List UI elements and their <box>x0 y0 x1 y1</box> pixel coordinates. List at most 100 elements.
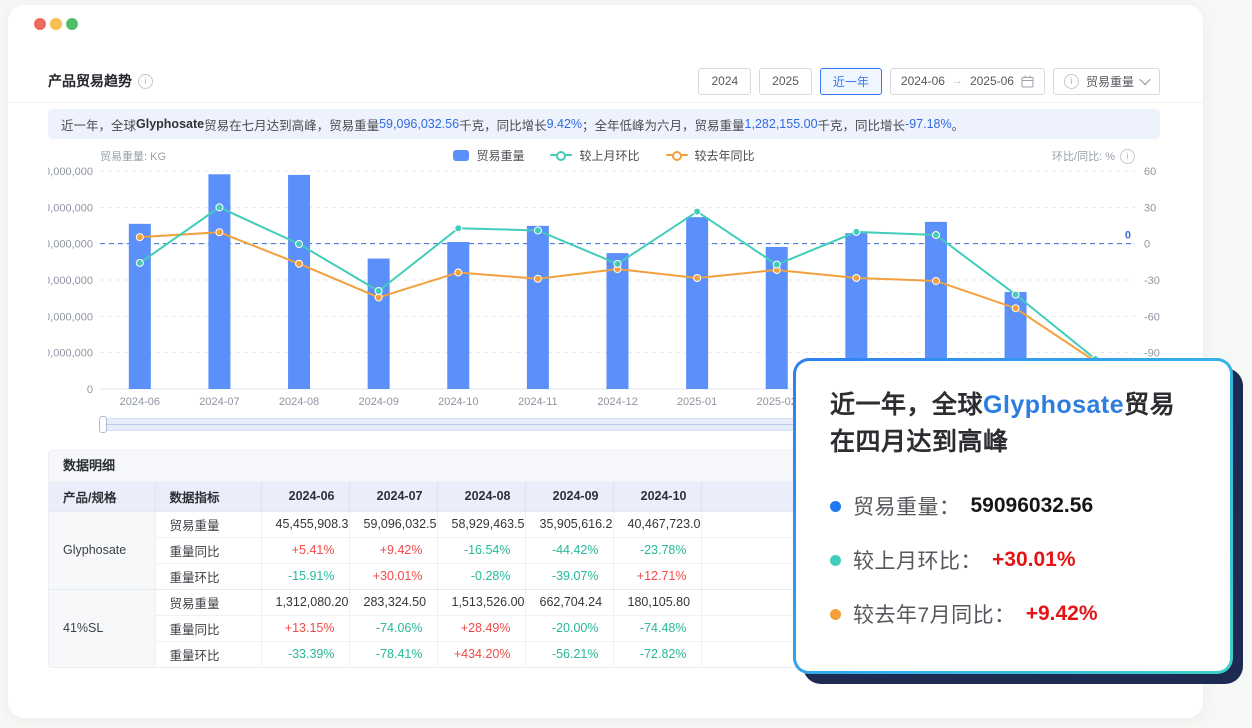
calendar-icon <box>1021 75 1034 88</box>
zero-line-label: 0 <box>1125 230 1131 242</box>
recent-year-button[interactable]: 近一年 <box>820 68 882 95</box>
value-cell: -23.78% <box>613 537 701 563</box>
left-axis-label: 0 <box>87 384 93 396</box>
yoy-point-2025-03[interactable] <box>853 274 860 281</box>
mom-point-2024-10[interactable] <box>455 225 462 232</box>
yoy-point-2024-08[interactable] <box>296 260 303 267</box>
yoy-point-2024-10[interactable] <box>455 269 462 276</box>
summary-segment: 59,096,032.56 <box>379 117 459 131</box>
legend-item-line[interactable]: 较上月环比 <box>550 147 639 164</box>
column-header-4: 2024-08 <box>437 482 525 511</box>
yoy-point-2025-05[interactable] <box>1012 305 1019 312</box>
value-cell: 283,324.50 <box>349 589 437 615</box>
year-2024-button[interactable]: 2024 <box>698 68 751 95</box>
date-start-value: 2024-06 <box>901 74 945 88</box>
summary-segment: 贸易在七月达到高峰，贸易重量 <box>204 115 379 134</box>
left-axis-label: 60,000,000 <box>48 166 93 178</box>
chart-legend: 贸易重量 较上月环比 较去年同比 <box>48 145 1160 165</box>
insight-item: 贸易重量： 59096032.56 <box>830 491 1196 521</box>
chart-meta-row: 贸易重量: KG 贸易重量较上月环比较去年同比 环比/同比: % <box>48 145 1160 165</box>
metric-select-value: 贸易重量 <box>1086 73 1134 90</box>
value-cell: +30.01% <box>349 563 437 589</box>
product-cell: 41%SL <box>49 589 155 667</box>
trade-weight-bar-2024-06[interactable] <box>129 224 151 389</box>
legend-label: 较去年同比 <box>695 147 755 164</box>
mom-point-2025-01[interactable] <box>694 208 701 215</box>
legend-item-line[interactable]: 较去年同比 <box>666 147 755 164</box>
insight-card: 近一年，全球Glyphosate贸易在四月达到高峰 贸易重量：59096032.… <box>793 358 1233 674</box>
maximize-icon[interactable] <box>66 18 78 30</box>
column-header-6: 2024-10 <box>613 482 701 511</box>
trade-weight-bar-2025-01[interactable] <box>686 217 708 389</box>
legend-label: 较上月环比 <box>579 147 639 164</box>
axis-info-icon[interactable] <box>1120 149 1135 164</box>
title-info-icon[interactable] <box>138 74 153 89</box>
summary-segment: ；全年低峰为六月，贸易重量 <box>582 115 745 134</box>
right-axis-title: 环比/同比: % <box>1052 148 1135 164</box>
mom-point-2024-11[interactable] <box>534 227 541 234</box>
year-2025-button[interactable]: 2025 <box>759 68 812 95</box>
scrollbar-left-handle[interactable] <box>99 416 107 433</box>
legend-bar-swatch <box>453 150 469 161</box>
insight-item-label: 贸易重量： <box>853 491 961 521</box>
value-cell: 40,467,723.08 <box>613 511 701 537</box>
page-title: 产品贸易趋势 <box>48 71 132 91</box>
x-axis-label: 2024-07 <box>199 396 239 408</box>
yoy-point-2024-06[interactable] <box>136 234 143 241</box>
yoy-point-2025-04[interactable] <box>932 277 939 284</box>
yoy-point-2024-11[interactable] <box>534 275 541 282</box>
trade-weight-bar-2024-11[interactable] <box>527 226 549 389</box>
insight-item-value: 59096032.56 <box>971 494 1094 518</box>
left-axis-label: 40,000,000 <box>48 239 93 251</box>
close-icon[interactable] <box>34 18 46 30</box>
mom-point-2025-02[interactable] <box>773 261 780 268</box>
value-cell: 45,455,908.32 <box>261 511 349 537</box>
x-axis-label: 2024-08 <box>279 396 319 408</box>
value-cell: -39.07% <box>525 563 613 589</box>
mom-point-2025-04[interactable] <box>932 231 939 238</box>
yoy-point-2024-07[interactable] <box>216 229 223 236</box>
date-end-value: 2025-06 <box>970 74 1014 88</box>
trade-weight-bar-2024-12[interactable] <box>607 253 629 389</box>
metric-cell: 重量环比 <box>155 563 261 589</box>
date-range-arrow: → <box>952 75 963 87</box>
summary-segment: 千克，同比增长 <box>459 115 547 134</box>
trade-weight-bar-2024-09[interactable] <box>368 259 390 389</box>
toolbar: 2024 2025 近一年 2024-06 → 2025-06 贸易重量 <box>698 68 1160 95</box>
yoy-point-2024-09[interactable] <box>375 294 382 301</box>
value-cell: -56.21% <box>525 641 613 667</box>
window-controls <box>34 18 78 30</box>
value-cell: +12.71% <box>613 563 701 589</box>
mom-point-2024-09[interactable] <box>375 287 382 294</box>
mom-point-2024-06[interactable] <box>136 259 143 266</box>
trade-weight-bar-2024-10[interactable] <box>447 242 469 389</box>
mom-point-2025-03[interactable] <box>853 228 860 235</box>
trade-weight-bar-2024-08[interactable] <box>288 175 310 389</box>
column-header-1: 数据指标 <box>155 482 261 511</box>
insight-item: 较上月环比：+30.01% <box>830 545 1196 575</box>
metric-cell: 重量同比 <box>155 615 261 641</box>
mom-point-2024-07[interactable] <box>216 204 223 211</box>
minimize-icon[interactable] <box>50 18 62 30</box>
page-header: 产品贸易趋势 2024 2025 近一年 2024-06 → 2025-06 贸… <box>48 65 1160 97</box>
right-axis-label: 60 <box>1144 166 1156 178</box>
metric-select[interactable]: 贸易重量 <box>1053 68 1160 95</box>
legend-item-bar[interactable]: 贸易重量 <box>453 147 524 164</box>
bullet-dot-icon <box>830 609 841 620</box>
summary-segment: 千克，同比增长 <box>818 115 906 134</box>
summary-segment: 1,282,155.00 <box>745 117 818 131</box>
summary-segment: 。 <box>952 115 965 134</box>
date-range-picker[interactable]: 2024-06 → 2025-06 <box>890 68 1045 95</box>
mom-point-2024-08[interactable] <box>296 241 303 248</box>
x-axis-label: 2025-01 <box>677 396 717 408</box>
mom-point-2024-12[interactable] <box>614 260 621 267</box>
value-cell: +9.42% <box>349 537 437 563</box>
yoy-point-2025-01[interactable] <box>694 274 701 281</box>
metric-cell: 重量环比 <box>155 641 261 667</box>
mom-point-2025-05[interactable] <box>1012 291 1019 298</box>
value-cell: +28.49% <box>437 615 525 641</box>
summary-segment: -97.18% <box>905 117 952 131</box>
value-cell: -20.00% <box>525 615 613 641</box>
x-axis-label: 2024-11 <box>518 396 558 408</box>
legend-line-swatch <box>550 151 572 159</box>
